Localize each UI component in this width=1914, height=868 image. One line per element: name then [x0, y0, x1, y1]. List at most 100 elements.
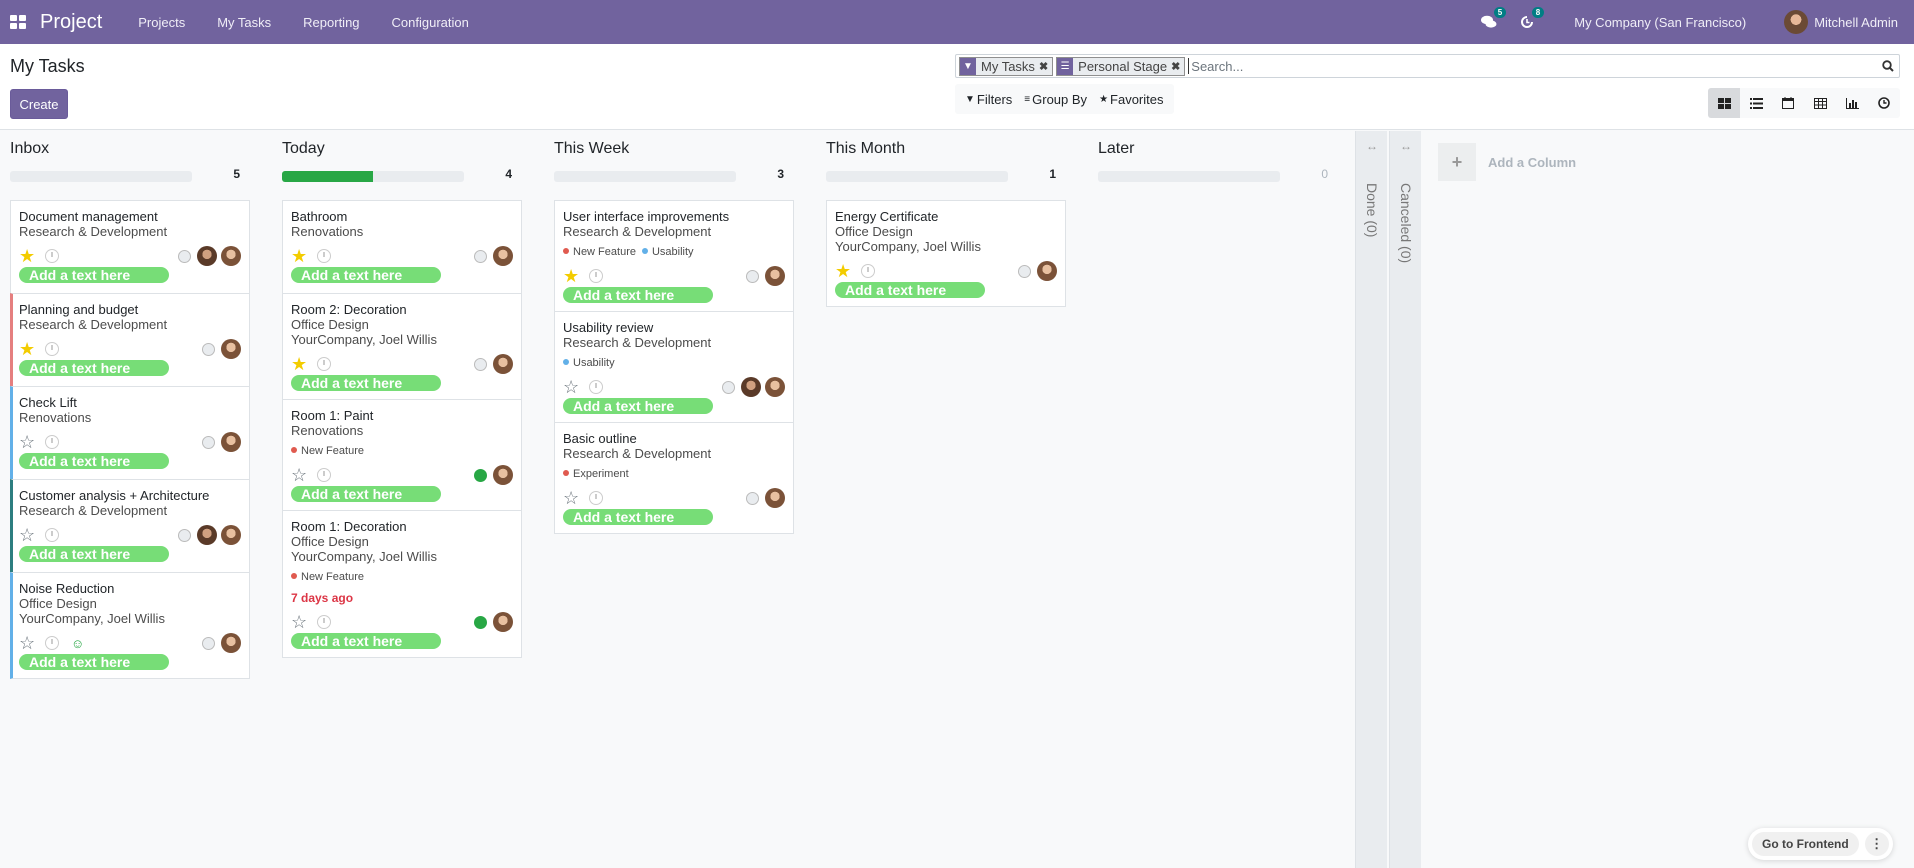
kanban-state-icon[interactable] [474, 357, 487, 371]
activity-clock-icon[interactable] [317, 357, 331, 371]
activity-clock-icon[interactable] [45, 636, 59, 650]
task-card[interactable]: Planning and budget Research & Developmen… [10, 293, 250, 387]
search-input[interactable] [1188, 58, 1877, 74]
menu-projects[interactable]: Projects [122, 15, 201, 30]
priority-star-icon[interactable]: ☆ [563, 378, 583, 396]
priority-star-icon[interactable]: ★ [563, 267, 583, 285]
task-card[interactable]: Usability review Research & Development Us… [554, 311, 794, 423]
app-brand[interactable]: Project [40, 11, 102, 34]
activity-clock-icon[interactable] [317, 468, 331, 482]
user-avatar[interactable] [1784, 10, 1809, 34]
kanban-state-icon[interactable] [178, 249, 191, 263]
kanban-state-icon[interactable] [474, 468, 487, 482]
activity-clock-icon[interactable] [317, 249, 331, 263]
kanban-state-icon[interactable] [474, 249, 487, 263]
card-footer: ☆ [291, 465, 513, 485]
search-icon[interactable] [1877, 60, 1899, 72]
kanban-view-button[interactable] [1708, 88, 1740, 118]
pivot-view-button[interactable] [1804, 88, 1836, 118]
activity-clock-icon[interactable] [317, 615, 331, 629]
kanban-state-icon[interactable] [202, 636, 215, 650]
task-title: Usability review [563, 320, 654, 335]
menu-reporting[interactable]: Reporting [287, 15, 375, 30]
task-card[interactable]: User interface improvements Research & De… [554, 200, 794, 312]
graph-view-button[interactable] [1836, 88, 1868, 118]
column-title[interactable]: Today [282, 140, 325, 158]
menu-my-tasks[interactable]: My Tasks [201, 15, 287, 30]
facet-label: My Tasks [981, 58, 1035, 74]
task-card[interactable]: Bathroom Renovations ★ Add a text here [282, 200, 522, 294]
priority-star-icon[interactable]: ☆ [563, 489, 583, 507]
task-card[interactable]: Document management Research & Developmen… [10, 200, 250, 294]
priority-star-icon[interactable]: ★ [291, 247, 311, 265]
column-title[interactable]: This Week [554, 140, 629, 158]
column-progress-bar[interactable] [282, 171, 464, 182]
calendar-view-button[interactable] [1772, 88, 1804, 118]
more-options-icon[interactable]: ⋮ [1864, 832, 1889, 856]
column-title[interactable]: Later [1098, 140, 1134, 158]
column-progress-bar[interactable] [554, 171, 736, 182]
kanban-state-icon[interactable] [178, 528, 191, 542]
task-card[interactable]: Check Lift Renovations ☆ Add a text here [10, 386, 250, 480]
task-card[interactable]: Energy Certificate Office Design YourCompa… [826, 200, 1066, 307]
menu-configuration[interactable]: Configuration [376, 15, 485, 30]
tag: Experiment [563, 468, 629, 481]
priority-star-icon[interactable]: ☆ [19, 526, 39, 544]
remove-facet-icon[interactable]: ✖ [1039, 60, 1048, 73]
column-title[interactable]: Inbox [10, 140, 49, 158]
group-by-button[interactable]: ≡ Group By [1018, 92, 1093, 107]
activity-clock-icon[interactable] [45, 435, 59, 449]
activity-clock-icon[interactable] [589, 269, 603, 283]
list-view-button[interactable] [1740, 88, 1772, 118]
activity-clock-icon[interactable] [589, 380, 603, 394]
priority-star-icon[interactable]: ★ [835, 262, 855, 280]
activity-clock-icon[interactable] [45, 249, 59, 263]
kanban-state-icon[interactable] [722, 380, 735, 394]
kanban-state-icon[interactable] [746, 269, 759, 283]
task-card[interactable]: Room 2: Decoration Office Design YourCompa… [282, 293, 522, 400]
kanban-state-icon[interactable] [746, 491, 759, 505]
column-progress-bar[interactable] [10, 171, 192, 182]
priority-star-icon[interactable]: ★ [291, 355, 311, 373]
folded-column-canceled[interactable]: ↔ Canceled (0) [1389, 131, 1421, 868]
assignee-avatar [221, 525, 241, 545]
kanban-state-icon[interactable] [474, 615, 487, 629]
activity-clock-icon[interactable] [589, 491, 603, 505]
column-progress-bar[interactable] [826, 171, 1008, 182]
activities-button[interactable]: 8 [1516, 7, 1545, 32]
favorites-button[interactable]: ★ Favorites [1093, 92, 1169, 107]
activity-clock-icon[interactable] [45, 342, 59, 356]
task-card[interactable]: Customer analysis + Architecture Research… [10, 479, 250, 573]
user-menu[interactable]: Mitchell Admin [1814, 15, 1898, 30]
tag-label: Usability [573, 357, 615, 369]
apps-menu-icon[interactable] [10, 15, 26, 29]
folded-column-done[interactable]: ↔ Done (0) [1355, 131, 1387, 868]
task-customer: YourCompany, Joel Willis [291, 332, 437, 347]
add-text-ribbon: Add a text here [291, 633, 441, 649]
company-switcher[interactable]: My Company (San Francisco) [1574, 15, 1746, 30]
messages-button[interactable]: 5 [1478, 7, 1507, 32]
priority-star-icon[interactable]: ★ [19, 247, 39, 265]
kanban-state-icon[interactable] [202, 435, 215, 449]
task-card[interactable]: Room 1: Decoration Office Design YourCompa… [282, 510, 522, 658]
priority-star-icon[interactable]: ☆ [291, 613, 311, 631]
remove-facet-icon[interactable]: ✖ [1171, 60, 1180, 73]
activity-view-button[interactable] [1868, 88, 1900, 118]
task-card[interactable]: Basic outline Research & Development Exper… [554, 422, 794, 534]
filters-button[interactable]: ▼ Filters [959, 92, 1018, 107]
add-column-button[interactable]: + Add a Column [1438, 143, 1576, 181]
activity-clock-icon[interactable] [45, 528, 59, 542]
priority-star-icon[interactable]: ☆ [19, 433, 39, 451]
priority-star-icon[interactable]: ☆ [19, 634, 39, 652]
create-button[interactable]: Create [10, 89, 68, 119]
task-card[interactable]: Room 1: Paint Renovations New Feature ☆ Add … [282, 399, 522, 511]
priority-star-icon[interactable]: ★ [19, 340, 39, 358]
kanban-state-icon[interactable] [202, 342, 215, 356]
go-to-frontend-button[interactable]: Go to Frontend [1752, 832, 1859, 856]
activity-clock-icon[interactable] [861, 264, 875, 278]
priority-star-icon[interactable]: ☆ [291, 466, 311, 484]
kanban-state-icon[interactable] [1018, 264, 1031, 278]
column-progress-bar[interactable] [1098, 171, 1280, 182]
column-title[interactable]: This Month [826, 140, 905, 158]
task-card[interactable]: Noise Reduction Office Design YourCompany,… [10, 572, 250, 679]
